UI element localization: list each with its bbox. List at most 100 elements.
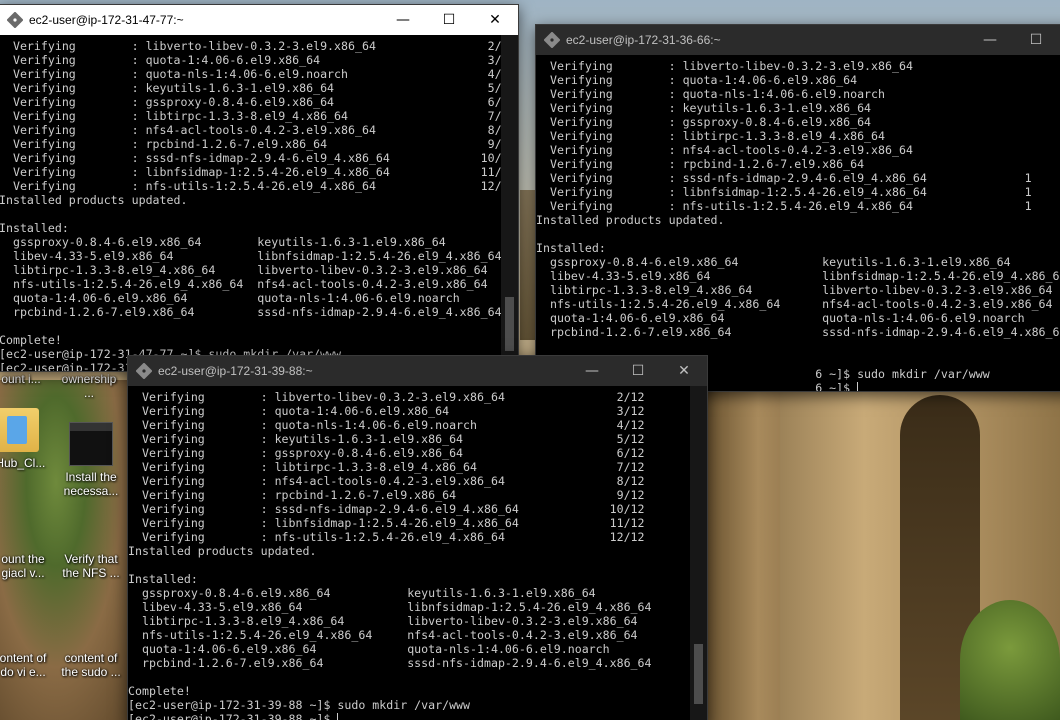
scrollbar[interactable] [501, 35, 518, 371]
terminal-line: quota-1:4.06-6.el9.x86_64 quota-nls-1:4.… [128, 642, 707, 656]
terminal-line: Verifying : libnfsidmap-1:2.5.4-26.el9_4… [536, 185, 1060, 199]
terminal-line: libev-4.33-5.el9.x86_64 libnfsidmap-1:2.… [128, 600, 707, 614]
terminal-line-text: rpcbind-1.2.6-7.el9.x86_64 sssd-nfs-idma… [128, 656, 652, 670]
terminal-line: Verifying : libtirpc-1.3.3-8.el9_4.x86_6… [128, 460, 707, 474]
desktop-icon[interactable]: Verify that the NFS ... [60, 552, 122, 580]
terminal-line-text: quota-1:4.06-6.el9.x86_64 quota-nls-1:4.… [0, 291, 460, 305]
terminal-line: Complete! [0, 333, 518, 347]
terminal-line: nfs-utils-1:2.5.4-26.el9_4.x86_64 nfs4-a… [0, 277, 518, 291]
desktop-icon-label: gHub_Cl... [0, 456, 46, 470]
terminal-line-text: Verifying : sssd-nfs-idmap-2.9.4-6.el9_4… [536, 171, 1032, 185]
terminal-line-text: Verifying : libverto-libev-0.3.2-3.el9.x… [536, 59, 913, 73]
desktop-icon-label: Install the necessa... [63, 470, 119, 498]
close-button[interactable]: ✕ [472, 5, 518, 35]
desktop-icon[interactable]: Install the necessa... [60, 422, 122, 498]
terminal-line-text: Verifying : quota-1:4.06-6.el9.x86_64 3/… [0, 53, 516, 67]
terminal-line: Verifying : gssproxy-0.8.4-6.el9.x86_64 [536, 115, 1060, 129]
terminal-line: Verifying : keyutils-1.6.3-1.el9.x86_64 … [128, 432, 707, 446]
terminal-output[interactable]: Verifying : libverto-libev-0.3.2-3.el9.x… [0, 35, 518, 371]
git-bash-icon [7, 12, 23, 28]
terminal-line-text: Complete! [0, 333, 62, 347]
terminal-window[interactable]: ec2-user@ip-172-31-36-66:~ — ☐ Verifying… [535, 24, 1060, 392]
scrollbar[interactable] [690, 386, 707, 720]
terminal-line: Verifying : quota-nls-1:4.06-6.el9.noarc… [0, 67, 518, 81]
terminal-line: Verifying : nfs-utils-1:2.5.4-26.el9_4.x… [128, 530, 707, 544]
minimize-button[interactable]: — [967, 25, 1013, 55]
terminal-output[interactable]: Verifying : libverto-libev-0.3.2-3.el9.x… [536, 55, 1060, 391]
desktop-icon[interactable]: gHub_Cl... [0, 408, 48, 470]
terminal-line: Verifying : nfs-utils-1:2.5.4-26.el9_4.x… [536, 199, 1060, 213]
minimize-button[interactable]: — [569, 356, 615, 386]
terminal-line-text: libev-4.33-5.el9.x86_64 libnfsidmap-1:2.… [0, 249, 502, 263]
terminal-line-text: Verifying : rpcbind-1.2.6-7.el9.x86_64 9… [128, 488, 645, 502]
terminal-line-text: Verifying : quota-1:4.06-6.el9.x86_64 [536, 73, 858, 87]
folder-icon [0, 408, 39, 452]
desktop-icon[interactable]: content of the sudo ... [60, 651, 122, 679]
maximize-button[interactable]: ☐ [1013, 25, 1059, 55]
terminal-window[interactable]: ec2-user@ip-172-31-39-88:~ — ☐ ✕ Verifyi… [127, 355, 708, 720]
desktop-icon[interactable]: ount the giacl v... [0, 552, 54, 580]
terminal-line-text: quota-1:4.06-6.el9.x86_64 quota-nls-1:4.… [128, 642, 610, 656]
scrollbar-thumb[interactable] [694, 644, 703, 704]
title-bar[interactable]: ec2-user@ip-172-31-47-77:~ — ☐ ✕ [0, 5, 518, 35]
terminal-line-text: libev-4.33-5.el9.x86_64 libnfsidmap-1:2.… [128, 600, 652, 614]
git-bash-icon [544, 32, 560, 48]
minimize-button[interactable]: — [380, 5, 426, 35]
desktop-icon[interactable]: ount i... [0, 372, 52, 386]
terminal-line-text: Verifying : keyutils-1.6.3-1.el9.x86_64 [536, 101, 872, 115]
desktop-icon[interactable]: ownership ... [58, 372, 120, 400]
terminal-line-text: Installed: [536, 241, 606, 255]
git-bash-icon [136, 363, 152, 379]
maximize-button[interactable]: ☐ [615, 356, 661, 386]
terminal-line: Verifying : libverto-libev-0.3.2-3.el9.x… [0, 39, 518, 53]
terminal-line-text: Verifying : sssd-nfs-idmap-2.9.4-6.el9_4… [128, 502, 645, 516]
terminal-line-text: Verifying : libnfsidmap-1:2.5.4-26.el9_4… [0, 165, 516, 179]
terminal-line-text: quota-1:4.06-6.el9.x86_64 quota-nls-1:4.… [536, 311, 1025, 325]
terminal-output[interactable]: Verifying : libverto-libev-0.3.2-3.el9.x… [128, 386, 707, 720]
terminal-line-text: Verifying : libtirpc-1.3.3-8.el9_4.x86_6… [536, 129, 886, 143]
terminal-line-text: Verifying : libnfsidmap-1:2.5.4-26.el9_4… [536, 185, 1032, 199]
terminal-line: libtirpc-1.3.3-8.el9_4.x86_64 libverto-l… [128, 614, 707, 628]
terminal-window[interactable]: ec2-user@ip-172-31-47-77:~ — ☐ ✕ Verifyi… [0, 4, 519, 372]
terminal-line: Installed: [128, 572, 707, 586]
terminal-line-text: Installed products updated. [536, 213, 725, 227]
terminal-line-text: Installed products updated. [128, 544, 317, 558]
desktop-icon-label: ontent of do vi e... [0, 651, 47, 679]
close-button[interactable]: ✕ [661, 356, 707, 386]
terminal-line: Verifying : nfs4-acl-tools-0.4.2-3.el9.x… [128, 474, 707, 488]
terminal-line: rpcbind-1.2.6-7.el9.x86_64 sssd-nfs-idma… [536, 325, 1060, 339]
terminal-line: Verifying : keyutils-1.6.3-1.el9.x86_64 … [0, 81, 518, 95]
desktop-icon[interactable]: ontent of do vi e... [0, 651, 54, 679]
maximize-button[interactable]: ☐ [426, 5, 472, 35]
terminal-line: Verifying : sssd-nfs-idmap-2.9.4-6.el9_4… [128, 502, 707, 516]
title-bar[interactable]: ec2-user@ip-172-31-39-88:~ — ☐ ✕ [128, 356, 707, 386]
text-cursor [857, 382, 859, 391]
terminal-line-text: Verifying : quota-nls-1:4.06-6.el9.noarc… [128, 418, 645, 432]
terminal-line-text: Verifying : nfs4-acl-tools-0.4.2-3.el9.x… [0, 123, 516, 137]
terminal-line: quota-1:4.06-6.el9.x86_64 quota-nls-1:4.… [0, 291, 518, 305]
terminal-line: libev-4.33-5.el9.x86_64 libnfsidmap-1:2.… [0, 249, 518, 263]
terminal-line: Verifying : libverto-libev-0.3.2-3.el9.x… [536, 59, 1060, 73]
terminal-line-text: nfs-utils-1:2.5.4-26.el9_4.x86_64 nfs4-a… [128, 628, 638, 642]
terminal-line: libev-4.33-5.el9.x86_64 libnfsidmap-1:2.… [536, 269, 1060, 283]
terminal-line-text: Verifying : libtirpc-1.3.3-8.el9_4.x86_6… [128, 460, 645, 474]
terminal-line-text: Verifying : gssproxy-0.8.4-6.el9.x86_64 … [128, 446, 645, 460]
terminal-line: [ec2-user@ip-172-31-39-88 ~]$ [128, 712, 707, 720]
terminal-line: Verifying : nfs-utils-1:2.5.4-26.el9_4.x… [0, 179, 518, 193]
terminal-line: Verifying : rpcbind-1.2.6-7.el9.x86_64 9… [128, 488, 707, 502]
terminal-line: Verifying : quota-nls-1:4.06-6.el9.noarc… [128, 418, 707, 432]
title-bar[interactable]: ec2-user@ip-172-31-36-66:~ — ☐ [536, 25, 1060, 55]
terminal-line: Verifying : rpcbind-1.2.6-7.el9.x86_64 [536, 157, 1060, 171]
terminal-line: gssproxy-0.8.4-6.el9.x86_64 keyutils-1.6… [128, 586, 707, 600]
terminal-line-text: Verifying : rpcbind-1.2.6-7.el9.x86_64 9… [0, 137, 516, 151]
terminal-line: Verifying : gssproxy-0.8.4-6.el9.x86_64 … [0, 95, 518, 109]
terminal-line-text: rpcbind-1.2.6-7.el9.x86_64 sssd-nfs-idma… [536, 325, 1060, 339]
terminal-line: Verifying : gssproxy-0.8.4-6.el9.x86_64 … [128, 446, 707, 460]
desktop-icon-label: content of the sudo ... [61, 651, 121, 679]
terminal-line-text: gssproxy-0.8.4-6.el9.x86_64 keyutils-1.6… [0, 235, 446, 249]
scrollbar-thumb[interactable] [505, 297, 514, 351]
